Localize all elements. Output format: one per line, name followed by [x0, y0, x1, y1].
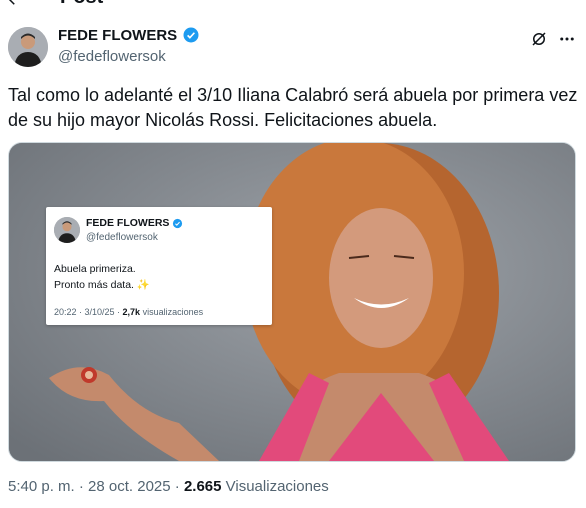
quoted-name-row: FEDE FLOWERS [86, 217, 183, 229]
post-meta: 5:40 p. m. · 28 oct. 2025 · 2.665 Visual… [8, 478, 329, 495]
quoted-verified-badge-icon [173, 218, 183, 228]
more-horizontal-icon[interactable] [558, 30, 576, 48]
page-title: Post [60, 0, 103, 9]
author-name-row: FEDE FLOWERS [58, 26, 200, 44]
author-handle[interactable]: @fedeflowersok [58, 48, 166, 65]
quoted-text-line-1: Abuela primeriza. [54, 263, 136, 275]
grok-slash-icon[interactable] [530, 30, 548, 48]
top-bar: Post [0, 0, 586, 8]
arrow-left-icon[interactable] [6, 0, 24, 8]
sparkle-icon: ✨ [136, 279, 150, 291]
quoted-post-screenshot: FEDE FLOWERS @fedeflowersok Abuela prime… [46, 207, 272, 325]
quoted-author-name: FEDE FLOWERS [86, 217, 170, 229]
avatar[interactable] [8, 27, 48, 67]
views-label: Visualizaciones [221, 478, 329, 495]
views-count: 2.665 [183, 478, 222, 495]
quoted-meta: 20:22 · 3/10/25 · 2,7k visualizaciones [54, 307, 204, 317]
author-name[interactable]: FEDE FLOWERS [58, 27, 177, 44]
quoted-text-line-2: Pronto más data. ✨ [54, 279, 150, 291]
post-timestamp[interactable]: 5:40 p. m. · 28 oct. 2025 · [8, 478, 184, 495]
verified-badge-icon [183, 27, 199, 43]
quoted-avatar [54, 217, 80, 243]
quoted-author-handle: @fedeflowersok [86, 232, 158, 243]
tweet-text: Tal como lo adelanté el 3/10 Iliana Cala… [8, 85, 578, 130]
tweet-media-image[interactable]: FEDE FLOWERS @fedeflowersok Abuela prime… [8, 142, 576, 462]
